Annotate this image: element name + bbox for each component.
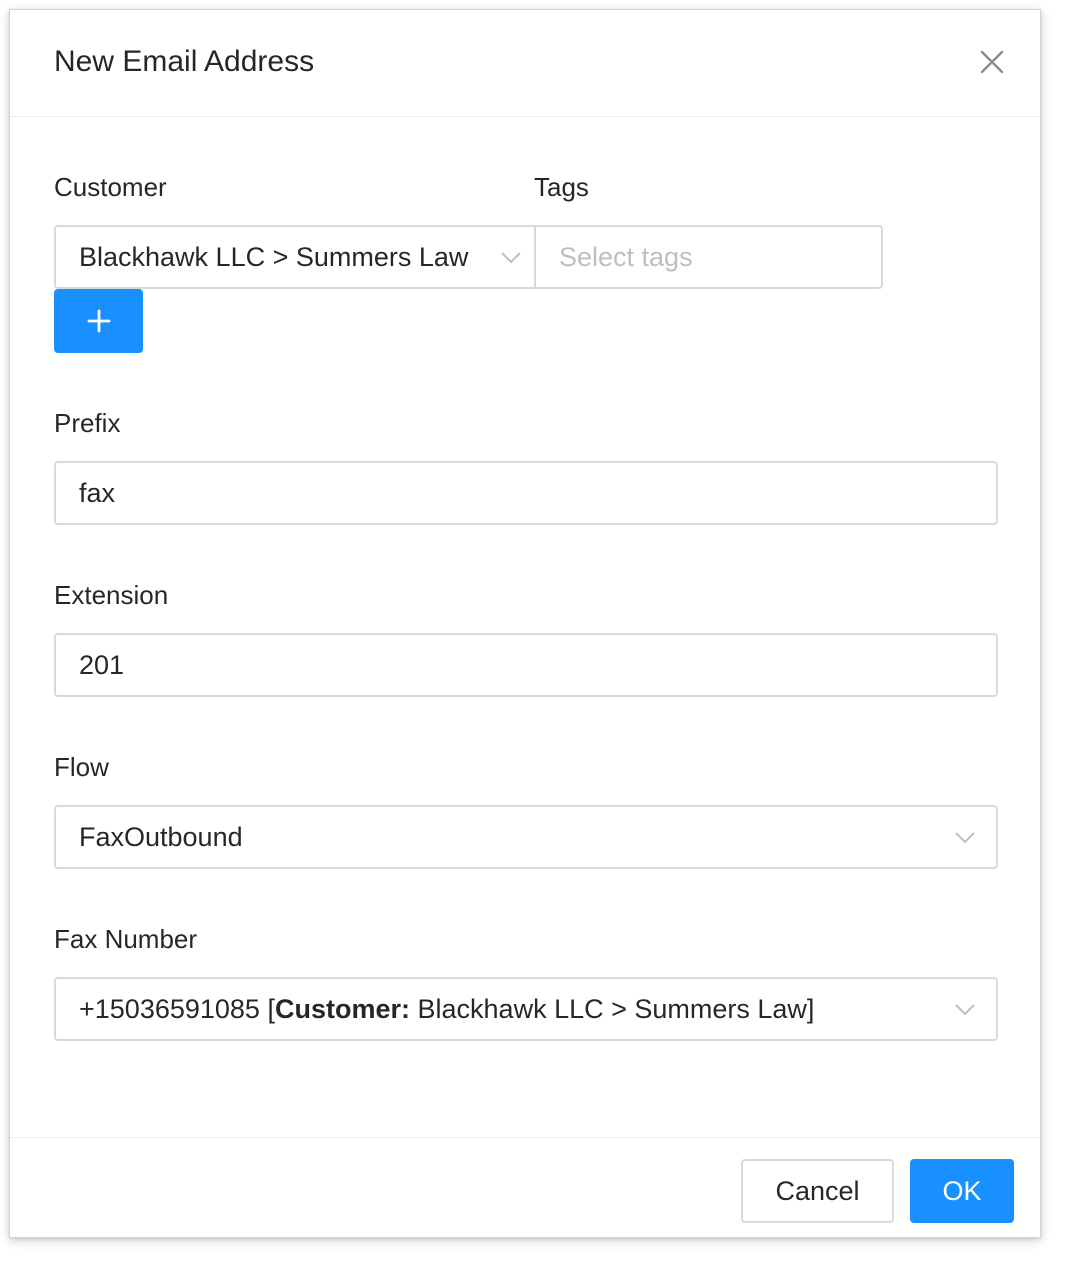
flow-label: Flow [54,752,109,782]
fax-number: +15036591085 [79,993,260,1024]
tags-label: Tags [534,172,589,202]
dialog-footer: Cancel OK [10,1137,1040,1237]
extension-input-value: 201 [79,649,125,680]
fax-number-label: Fax Number [54,924,198,954]
prefix-input[interactable]: fax [54,461,998,525]
chevron-down-icon [955,832,975,844]
close-icon[interactable] [974,44,1010,80]
fax-number-select-value: +15036591085 [Customer: Blackhawk LLC > … [79,979,814,1039]
ok-button[interactable]: OK [910,1159,1014,1223]
plus-icon [87,309,110,333]
add-customer-button[interactable] [54,289,143,353]
prefix-label: Prefix [54,408,121,438]
chevron-down-icon [955,1004,975,1016]
prefix-input-value: fax [79,477,116,508]
tags-select[interactable]: Select tags [534,225,883,289]
close-bracket: ] [806,993,815,1024]
dialog-title: New Email Address [54,45,315,78]
dialog-header: New Email Address [10,10,1040,117]
fax-number-select[interactable]: +15036591085 [Customer: Blackhawk LLC > … [54,977,998,1041]
flow-select-value: FaxOutbound [79,821,243,852]
new-email-address-dialog: New Email Address Customer Blackhawk LLC… [9,9,1041,1238]
customer-select[interactable]: Blackhawk LLC > Summers Law [54,225,536,289]
chevron-down-icon [501,252,521,264]
customer-label: Customer [54,172,167,202]
fax-number-customer-value: Blackhawk LLC > Summers Law [417,993,807,1024]
extension-input[interactable]: 201 [54,633,998,697]
open-bracket: [ [267,993,275,1024]
fax-number-customer-key: Customer: [274,993,410,1024]
customer-select-value: Blackhawk LLC > Summers Law [79,241,469,272]
tags-placeholder: Select tags [559,241,693,272]
flow-select[interactable]: FaxOutbound [54,805,998,869]
extension-label: Extension [54,580,169,610]
cancel-button[interactable]: Cancel [741,1159,894,1223]
